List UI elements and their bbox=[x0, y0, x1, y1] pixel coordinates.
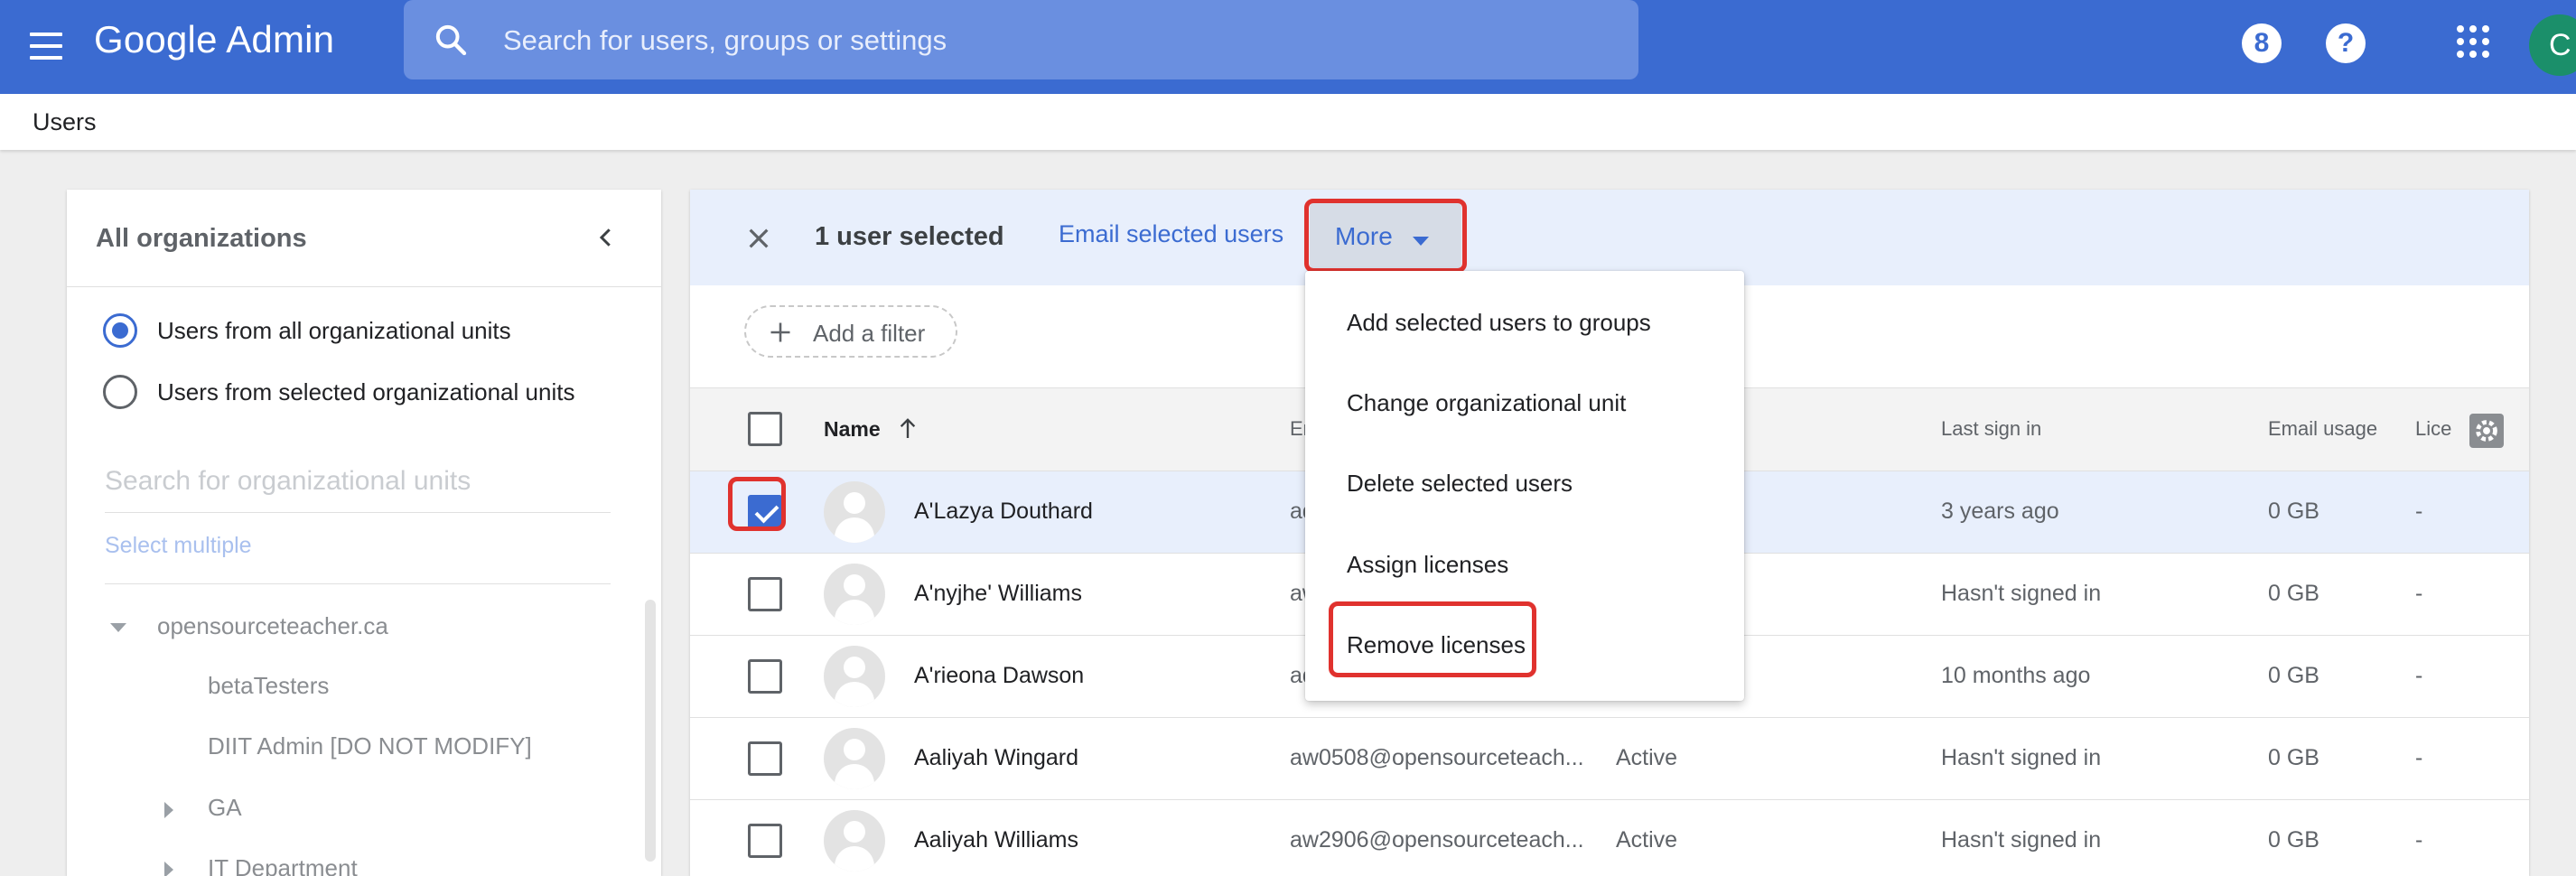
app-logo-google: Google bbox=[94, 18, 218, 61]
more-dropdown-menu: Add selected users to groups Change orga… bbox=[1305, 271, 1744, 701]
row-checkbox[interactable] bbox=[748, 741, 782, 776]
avatar bbox=[824, 481, 885, 543]
cell-licenses: - bbox=[2415, 663, 2423, 688]
help-icon[interactable]: ? bbox=[2326, 23, 2366, 63]
top-app-bar: Google Admin Search for users, groups or… bbox=[0, 0, 2576, 94]
menu-item-assign-licenses[interactable]: Assign licenses bbox=[1347, 551, 1508, 579]
select-multiple-link[interactable]: Select multiple bbox=[105, 533, 252, 559]
cell-licenses: - bbox=[2415, 581, 2423, 606]
dropdown-arrow-icon bbox=[1413, 237, 1429, 246]
menu-item-delete-users[interactable]: Delete selected users bbox=[1347, 470, 1573, 498]
cell-email-usage: 0 GB bbox=[2268, 827, 2319, 853]
cell-last-sign-in: Hasn't signed in bbox=[1941, 581, 2102, 606]
org-unit-search-input[interactable]: Search for organizational units bbox=[105, 461, 611, 513]
more-button[interactable]: More bbox=[1310, 202, 1461, 269]
avatar bbox=[824, 646, 885, 707]
more-button-label: More bbox=[1335, 222, 1393, 250]
notification-icon[interactable]: 8 bbox=[2242, 23, 2282, 63]
row-checkbox[interactable] bbox=[748, 495, 782, 529]
cell-name[interactable]: A'Lazya Douthard bbox=[914, 499, 1093, 525]
cell-email: aw0508@opensourceteach... bbox=[1290, 745, 1584, 770]
app-logo-admin: Admin bbox=[217, 18, 335, 61]
radio-all-org-units[interactable]: Users from all organizational units bbox=[103, 311, 511, 350]
scrollbar[interactable] bbox=[645, 600, 656, 862]
column-header-name[interactable]: Name bbox=[824, 417, 881, 442]
cell-email-usage: 0 GB bbox=[2268, 581, 2319, 606]
tree-item-ga[interactable]: GA bbox=[208, 794, 242, 822]
cell-licenses: - bbox=[2415, 827, 2423, 853]
tree-item-betatesters[interactable]: betaTesters bbox=[208, 672, 329, 700]
tree-item-it-department[interactable]: IT Department bbox=[208, 854, 358, 876]
menu-item-remove-licenses[interactable]: Remove licenses bbox=[1347, 631, 1526, 659]
cell-last-sign-in: 10 months ago bbox=[1941, 663, 2091, 688]
chevron-left-icon[interactable] bbox=[593, 224, 620, 251]
row-checkbox[interactable] bbox=[748, 659, 782, 694]
global-search-input[interactable]: Search for users, groups or settings bbox=[404, 0, 1638, 79]
radio-label: Users from selected organizational units bbox=[157, 377, 575, 405]
cell-last-sign-in: 3 years ago bbox=[1941, 499, 2059, 524]
cell-email-usage: 0 GB bbox=[2268, 745, 2319, 770]
row-checkbox[interactable] bbox=[748, 824, 782, 858]
cell-name[interactable]: A'rieona Dawson bbox=[914, 663, 1084, 689]
menu-icon[interactable] bbox=[27, 27, 65, 65]
add-filter-label: Add a filter bbox=[813, 320, 926, 347]
add-filter-button[interactable]: Add a filter bbox=[744, 305, 957, 358]
search-icon bbox=[435, 24, 467, 56]
cell-last-sign-in: Hasn't signed in bbox=[1941, 827, 2102, 853]
avatar bbox=[824, 564, 885, 625]
account-avatar[interactable]: C bbox=[2529, 14, 2576, 76]
search-placeholder: Search for users, groups or settings bbox=[503, 24, 947, 56]
cell-email-usage: 0 GB bbox=[2268, 663, 2319, 688]
org-unit-panel: All organizations Users from all organiz… bbox=[67, 190, 661, 876]
breadcrumb-users[interactable]: Users bbox=[33, 108, 97, 136]
caret-right-icon[interactable] bbox=[164, 802, 173, 818]
table-row[interactable]: Aaliyah Wingard aw0508@opensourceteach..… bbox=[690, 718, 2529, 800]
cell-status: Active bbox=[1616, 745, 1678, 770]
cell-email-usage: 0 GB bbox=[2268, 499, 2319, 524]
menu-item-add-to-groups[interactable]: Add selected users to groups bbox=[1347, 309, 1651, 337]
avatar bbox=[824, 810, 885, 871]
menu-item-change-org-unit[interactable]: Change organizational unit bbox=[1347, 389, 1626, 417]
org-panel-title: All organizations bbox=[96, 224, 307, 253]
row-checkbox[interactable] bbox=[748, 577, 782, 611]
cell-last-sign-in: Hasn't signed in bbox=[1941, 745, 2102, 770]
avatar bbox=[824, 728, 885, 789]
table-row[interactable]: Aaliyah Williams aw2906@opensourceteach.… bbox=[690, 800, 2529, 876]
cell-licenses: - bbox=[2415, 745, 2423, 770]
cell-name[interactable]: Aaliyah Wingard bbox=[914, 745, 1078, 771]
column-header-last-sign-in[interactable]: Last sign in bbox=[1941, 417, 2041, 441]
divider bbox=[105, 583, 611, 584]
cell-name[interactable]: A'nyjhe' Williams bbox=[914, 581, 1082, 607]
cell-licenses: - bbox=[2415, 499, 2423, 524]
breadcrumb: Users bbox=[0, 94, 2576, 150]
email-selected-users-button[interactable]: Email selected users bbox=[1059, 220, 1283, 248]
radio-button[interactable] bbox=[103, 313, 137, 348]
app-logo[interactable]: Google Admin bbox=[94, 18, 334, 61]
tree-item-diit-admin[interactable]: DIIT Admin [DO NOT MODIFY] bbox=[208, 732, 532, 760]
radio-label: Users from all organizational units bbox=[157, 316, 511, 344]
close-icon[interactable] bbox=[744, 224, 773, 253]
plus-icon bbox=[770, 322, 790, 342]
caret-down-icon[interactable] bbox=[110, 623, 126, 632]
tree-item-root[interactable]: opensourceteacher.ca bbox=[157, 612, 388, 640]
gear-icon[interactable] bbox=[2469, 414, 2504, 448]
caret-right-icon[interactable] bbox=[164, 862, 173, 876]
column-header-email-usage[interactable]: Email usage bbox=[2268, 417, 2377, 441]
radio-button[interactable] bbox=[103, 375, 137, 409]
sort-up-icon[interactable] bbox=[898, 415, 918, 441]
select-all-checkbox[interactable] bbox=[748, 412, 782, 446]
apps-icon[interactable] bbox=[2457, 25, 2489, 58]
selected-count: 1 user selected bbox=[815, 222, 1004, 251]
cell-status: Active bbox=[1616, 827, 1678, 853]
column-header-licenses[interactable]: Lice bbox=[2415, 417, 2451, 441]
cell-email: aw2906@opensourceteach... bbox=[1290, 827, 1584, 853]
cell-name[interactable]: Aaliyah Williams bbox=[914, 827, 1078, 853]
radio-selected-org-units[interactable]: Users from selected organizational units bbox=[103, 372, 574, 412]
org-panel-header: All organizations bbox=[67, 190, 661, 287]
